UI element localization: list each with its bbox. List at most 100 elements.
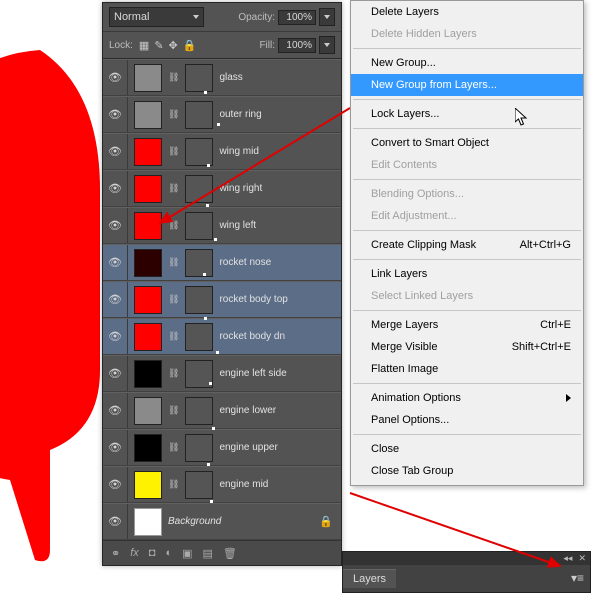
layer-row[interactable]: 👁⛓engine lower (103, 392, 341, 429)
fill-value[interactable]: 100% (278, 38, 316, 53)
visibility-toggle[interactable]: 👁 (103, 393, 128, 428)
menu-item[interactable]: Link Layers (351, 263, 583, 285)
layer-row[interactable]: 👁⛓outer ring (103, 96, 341, 133)
layer-thumbnail[interactable] (134, 397, 162, 425)
layer-row[interactable]: 👁⛓wing left (103, 207, 341, 244)
mask-thumbnail[interactable] (185, 323, 213, 351)
layer-name[interactable]: engine lower (213, 405, 341, 416)
layer-row[interactable]: 👁⛓wing right (103, 170, 341, 207)
menu-item[interactable]: Panel Options... (351, 409, 583, 431)
collapse-icon[interactable]: ◂◂ (563, 553, 572, 564)
layer-thumbnail[interactable] (134, 249, 162, 277)
mask-thumbnail[interactable] (185, 286, 213, 314)
opacity-dropdown[interactable] (319, 8, 335, 26)
visibility-toggle[interactable]: 👁 (103, 430, 128, 465)
visibility-toggle[interactable]: 👁 (103, 134, 128, 169)
visibility-toggle[interactable]: 👁 (103, 504, 128, 539)
layer-row[interactable]: 👁⛓rocket body top (103, 281, 341, 318)
panel-menu-icon[interactable]: ▾≡ (571, 571, 584, 585)
layer-row[interactable]: 👁Background🔒 (103, 503, 341, 540)
visibility-toggle[interactable]: 👁 (103, 282, 128, 317)
layer-row[interactable]: 👁⛓wing mid (103, 133, 341, 170)
lock-all-icon[interactable]: 🔒 (183, 39, 197, 52)
mask-thumbnail[interactable] (185, 397, 213, 425)
layer-row[interactable]: 👁⛓rocket nose (103, 244, 341, 281)
mask-thumbnail[interactable] (185, 101, 213, 129)
layer-name[interactable]: rocket body top (213, 294, 341, 305)
layer-thumbnail[interactable] (134, 360, 162, 388)
new-layer-icon[interactable]: ▤ (203, 547, 213, 560)
menu-item[interactable]: Close Tab Group (351, 460, 583, 482)
adjustment-icon[interactable]: ◐ (165, 547, 172, 559)
layer-panel-context-menu[interactable]: Delete LayersDelete Hidden LayersNew Gro… (350, 0, 584, 486)
visibility-toggle[interactable]: 👁 (103, 208, 128, 243)
layer-name[interactable]: engine mid (213, 479, 341, 490)
layer-thumbnail[interactable] (134, 138, 162, 166)
fill-dropdown[interactable] (319, 36, 335, 54)
visibility-toggle[interactable]: 👁 (103, 319, 128, 354)
layer-name[interactable]: rocket nose (213, 257, 341, 268)
visibility-toggle[interactable]: 👁 (103, 245, 128, 280)
layer-thumbnail[interactable] (134, 212, 162, 240)
tab-layers[interactable]: Layers (343, 569, 396, 588)
layer-thumbnail[interactable] (134, 286, 162, 314)
layer-name[interactable]: rocket body dn (213, 331, 341, 342)
layer-name[interactable]: glass (213, 72, 341, 83)
lock-position-icon[interactable]: ✥ (169, 39, 178, 52)
layer-thumbnail[interactable] (134, 323, 162, 351)
layer-name[interactable]: wing left (213, 220, 341, 231)
lock-transparency-icon[interactable]: ▦ (139, 39, 149, 52)
menu-item[interactable]: Merge LayersCtrl+E (351, 314, 583, 336)
visibility-toggle[interactable]: 👁 (103, 467, 128, 502)
menu-item[interactable]: New Group from Layers... (351, 74, 583, 96)
visibility-toggle[interactable]: 👁 (103, 97, 128, 132)
menu-item[interactable]: Lock Layers... (351, 103, 583, 125)
layer-thumbnail[interactable] (134, 175, 162, 203)
layer-name[interactable]: outer ring (213, 109, 341, 120)
group-icon[interactable]: ▣ (182, 547, 192, 560)
menu-item[interactable]: New Group... (351, 52, 583, 74)
link-layers-icon[interactable]: ⚭ (111, 547, 120, 560)
mask-thumbnail[interactable] (185, 138, 213, 166)
menu-item[interactable]: Flatten Image (351, 358, 583, 380)
menu-item[interactable]: Animation Options (351, 387, 583, 409)
layer-name[interactable]: engine left side (213, 368, 341, 379)
layers-panel-tab-collapsed[interactable]: ◂◂ ✕ Layers ▾≡ (342, 551, 591, 593)
menu-item[interactable]: Merge VisibleShift+Ctrl+E (351, 336, 583, 358)
visibility-toggle[interactable]: 👁 (103, 60, 128, 95)
layer-thumbnail[interactable] (134, 101, 162, 129)
lock-pixels-icon[interactable]: ✎ (154, 39, 163, 52)
mask-thumbnail[interactable] (185, 249, 213, 277)
layer-thumbnail[interactable] (134, 471, 162, 499)
layer-row[interactable]: 👁⛓glass (103, 59, 341, 96)
mask-thumbnail[interactable] (185, 212, 213, 240)
menu-item[interactable]: Create Clipping MaskAlt+Ctrl+G (351, 234, 583, 256)
visibility-toggle[interactable]: 👁 (103, 171, 128, 206)
layer-name[interactable]: Background (162, 516, 319, 527)
close-icon[interactable]: ✕ (578, 553, 586, 564)
opacity-value[interactable]: 100% (278, 10, 316, 25)
layer-name[interactable]: wing mid (213, 146, 341, 157)
menu-item[interactable]: Close (351, 438, 583, 460)
layer-row[interactable]: 👁⛓engine upper (103, 429, 341, 466)
menu-item[interactable]: Convert to Smart Object (351, 132, 583, 154)
layer-row[interactable]: 👁⛓engine left side (103, 355, 341, 392)
layer-thumbnail[interactable] (134, 508, 162, 536)
fx-icon[interactable]: fx (130, 547, 139, 559)
layer-thumbnail[interactable] (134, 64, 162, 92)
layer-name[interactable]: wing right (213, 183, 341, 194)
mask-thumbnail[interactable] (185, 64, 213, 92)
menu-item[interactable]: Delete Layers (351, 1, 583, 23)
mask-icon[interactable]: ◘ (149, 547, 156, 559)
trash-icon[interactable]: 🗑 (223, 547, 237, 560)
mask-thumbnail[interactable] (185, 434, 213, 462)
layer-row[interactable]: 👁⛓engine mid (103, 466, 341, 503)
mask-thumbnail[interactable] (185, 471, 213, 499)
layer-name[interactable]: engine upper (213, 442, 341, 453)
visibility-toggle[interactable]: 👁 (103, 356, 128, 391)
layer-thumbnail[interactable] (134, 434, 162, 462)
mask-thumbnail[interactable] (185, 175, 213, 203)
mask-thumbnail[interactable] (185, 360, 213, 388)
blend-mode-select[interactable]: Normal (109, 7, 204, 27)
layer-row[interactable]: 👁⛓rocket body dn (103, 318, 341, 355)
